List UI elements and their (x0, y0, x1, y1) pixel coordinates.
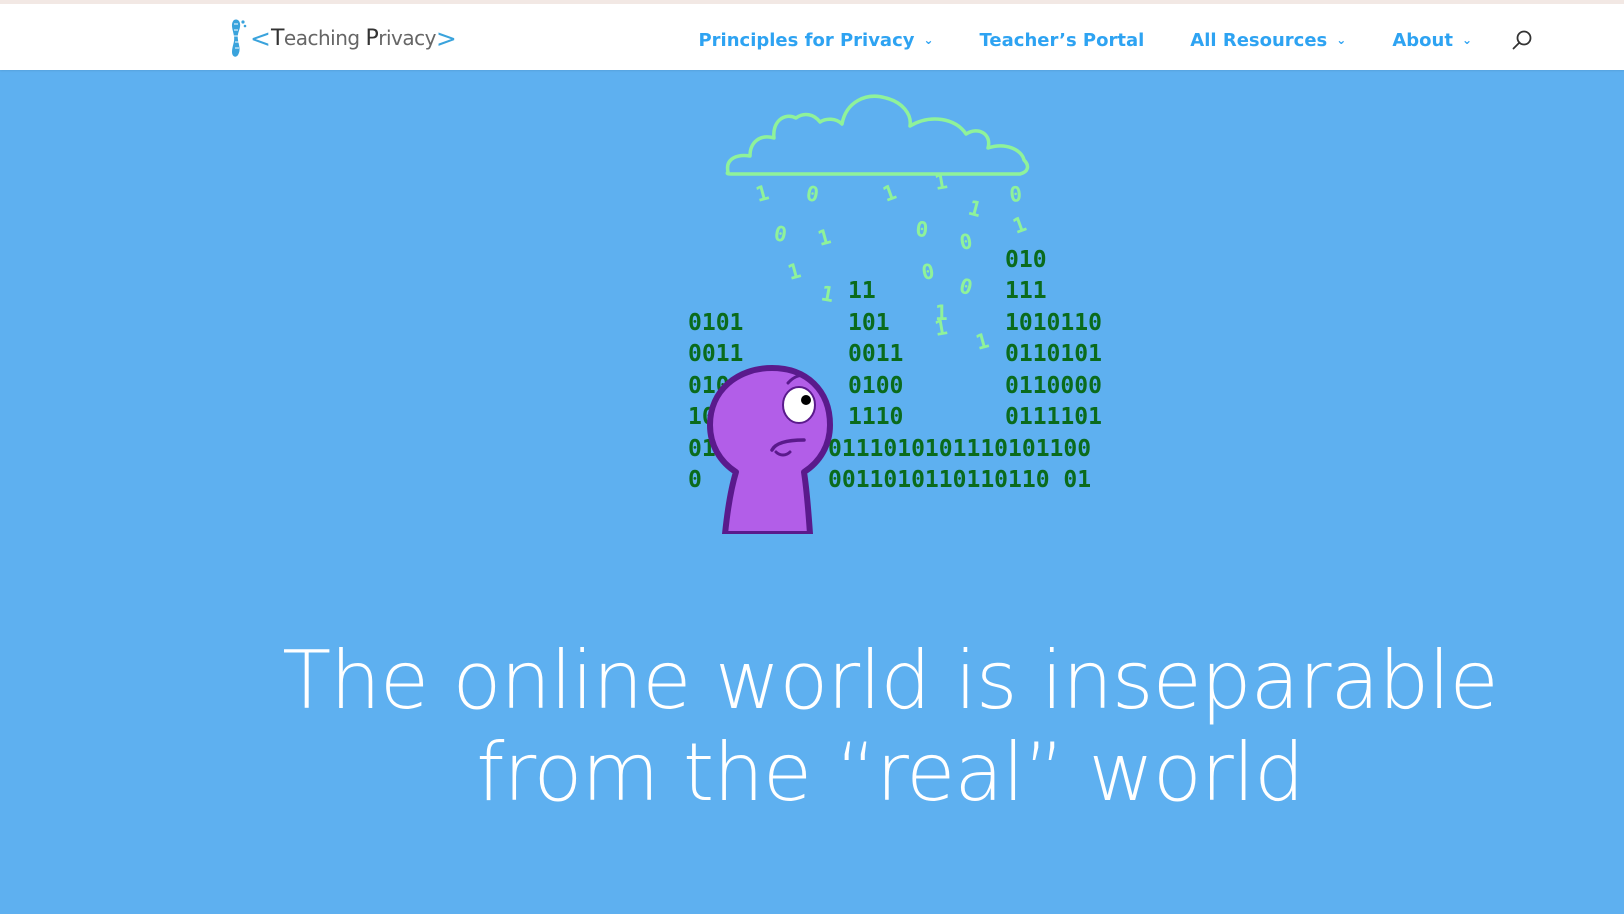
headline-line-1: The online world is inseparable (282, 634, 1498, 727)
falling-digit-13: 0 (920, 259, 937, 285)
headline-line-2: from the “real” world (476, 726, 1305, 819)
logo-word-1: eaching (283, 25, 360, 50)
logo-wordmark: Teaching Privacy (271, 26, 436, 51)
page: < Teaching Privacy > Principles for Priv… (0, 0, 1624, 914)
search-icon[interactable] (1510, 28, 1534, 52)
falling-digit-17: 1 (935, 301, 948, 325)
binary-right-1: 111 (1005, 278, 1047, 304)
falling-digit-5: 0 (1008, 182, 1023, 207)
binary-left-0: 0101 (688, 310, 743, 336)
falling-digit-11: 1 (785, 258, 803, 284)
nav-label: Teacher’s Portal (979, 29, 1145, 51)
footprint-icon (231, 19, 247, 57)
binary-right-5: 0111101 (1005, 404, 1102, 430)
binary-middle-1: 101 (848, 310, 890, 336)
binary-left-1: 0011 (688, 341, 743, 367)
falling-digit-1: 0 (804, 181, 821, 207)
falling-digit-12: 1 (819, 281, 836, 307)
binary-rain-illustration: 0101001101001101101100001110100110100111… (688, 94, 1102, 534)
falling-digit-10: 1 (1010, 212, 1030, 239)
logo-word-2: rivacy (378, 25, 436, 50)
main-nav: Principles for Privacy ⌄ Teacher’s Porta… (652, 24, 1624, 56)
chevron-down-icon: ⌄ (1461, 33, 1472, 47)
nav-principles-for-privacy[interactable]: Principles for Privacy ⌄ (698, 30, 933, 51)
logo-cap-p: P (365, 25, 379, 51)
binary-right-2: 1010110 (1005, 310, 1102, 336)
falling-digit-2: 1 (880, 180, 900, 207)
binary-right-3: 0110101 (1005, 341, 1102, 367)
binary-middle-3: 0100 (848, 373, 903, 399)
chevron-down-icon: ⌄ (923, 33, 934, 47)
falling-digit-7: 1 (815, 224, 833, 250)
binary-left-5: 0 (688, 467, 702, 493)
binary-middle-4: 1110 (848, 404, 903, 430)
falling-digit-4: 1 (966, 196, 984, 222)
nav-label: All Resources (1190, 29, 1328, 51)
worried-figure (707, 365, 833, 534)
logo-bracket-open: < (250, 23, 271, 53)
falling-digit-14: 0 (957, 274, 975, 300)
hero-headline: The online world is inseparable from the… (200, 635, 1580, 819)
falling-digit-8: 0 (915, 217, 930, 242)
binary-middle-2: 0011 (848, 341, 903, 367)
site-header: < Teaching Privacy > Principles for Priv… (0, 0, 1624, 70)
logo-cap-t: T (270, 25, 284, 51)
chevron-down-icon: ⌄ (1336, 33, 1347, 47)
falling-digit-9: 0 (958, 229, 975, 255)
cloud-icon (725, 94, 1030, 176)
binary-middle-0: 11 (848, 278, 876, 304)
site-logo[interactable]: < Teaching Privacy > (228, 18, 457, 58)
binary-row-6: 0011010110110110 01 (828, 467, 1091, 493)
falling-digit-0: 1 (753, 180, 771, 206)
nav-about[interactable]: About ⌄ (1392, 30, 1472, 51)
binary-right-4: 0110000 (1005, 373, 1102, 399)
binary-right-0: 010 (1005, 247, 1047, 273)
nav-teachers-portal[interactable]: Teacher’s Portal (980, 30, 1145, 51)
logo-bracket-close: > (435, 23, 457, 53)
binary-row-5: 0111010101110101100 (828, 436, 1091, 462)
nav-all-resources[interactable]: All Resources ⌄ (1190, 30, 1346, 51)
falling-digit-16: 1 (973, 328, 991, 354)
falling-digit-6: 0 (772, 221, 789, 247)
nav-label: Principles for Privacy (698, 29, 915, 51)
nav-label: About (1392, 29, 1453, 51)
